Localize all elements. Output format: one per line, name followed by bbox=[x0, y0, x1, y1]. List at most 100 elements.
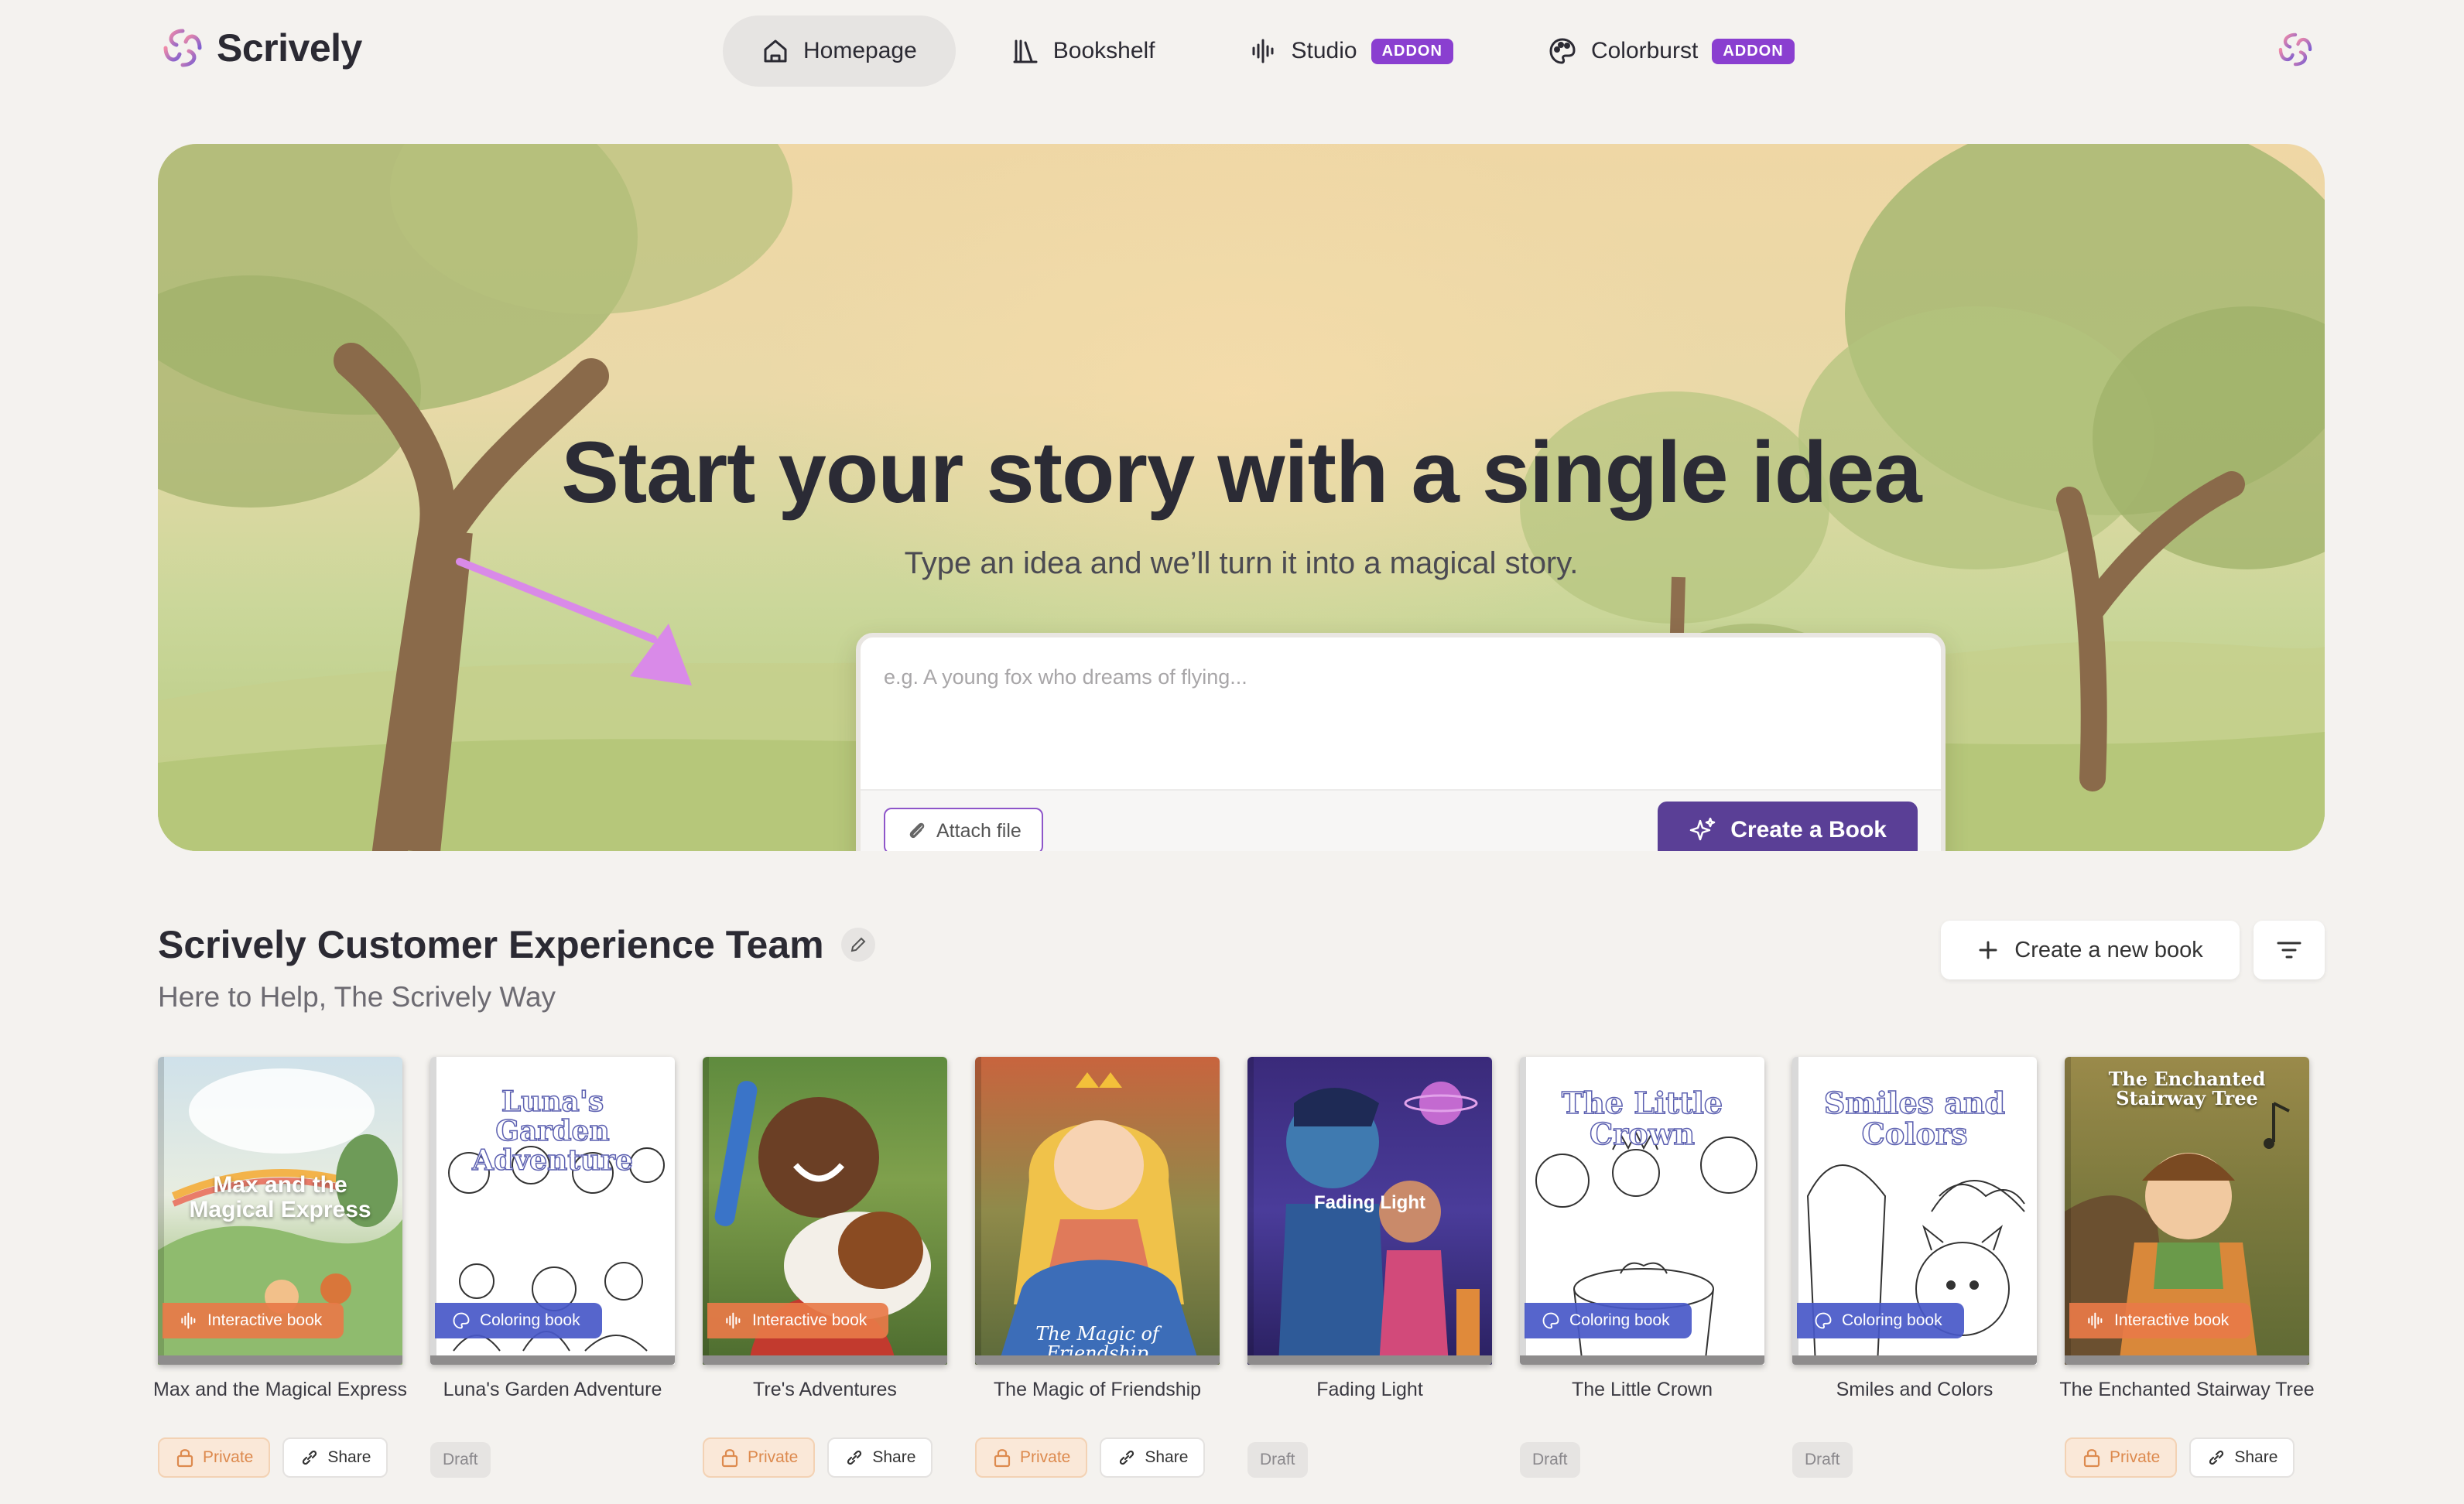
lock-icon bbox=[2083, 1449, 2100, 1468]
book-type-label: Coloring book bbox=[480, 1311, 580, 1329]
palette-icon bbox=[1542, 1312, 1559, 1329]
paperclip-icon bbox=[909, 822, 925, 839]
book-cover[interactable]: Luna's Garden Adventure Coloring book bbox=[430, 1057, 675, 1365]
audio-wave-icon bbox=[2088, 1312, 2103, 1329]
draft-badge: Draft bbox=[1247, 1442, 1308, 1478]
book-type-label: Interactive book bbox=[752, 1311, 868, 1329]
book-cover[interactable]: Smiles and Colors Coloring book bbox=[1792, 1057, 2037, 1365]
create-new-book-button[interactable]: Create a new book bbox=[1941, 921, 2240, 979]
top-header: Scrively Homepage Bookshelf Studio ADDON… bbox=[0, 0, 2464, 102]
user-menu-avatar[interactable] bbox=[2275, 29, 2315, 73]
privacy-label: Private bbox=[203, 1448, 254, 1466]
palette-icon bbox=[453, 1312, 470, 1329]
team-subtitle: Here to Help, The Scrively Way bbox=[158, 981, 556, 1013]
nav-homepage[interactable]: Homepage bbox=[723, 15, 956, 87]
book-title[interactable]: Smiles and Colors bbox=[1777, 1377, 2052, 1403]
book-title[interactable]: The Little Crown bbox=[1504, 1377, 1780, 1403]
book-title[interactable]: The Enchanted Stairway Tree bbox=[2049, 1377, 2325, 1403]
filter-button[interactable] bbox=[2254, 921, 2325, 979]
cover-art bbox=[998, 1072, 1199, 1365]
draft-badge: Draft bbox=[1520, 1442, 1580, 1478]
privacy-badge[interactable]: Private bbox=[703, 1437, 816, 1478]
link-icon bbox=[847, 1450, 862, 1465]
cover-title: The Little Crown bbox=[1561, 1085, 1723, 1151]
books-icon bbox=[1013, 39, 1038, 63]
privacy-badge[interactable]: Private bbox=[2065, 1437, 2178, 1478]
book-cover[interactable]: Fading Light bbox=[1247, 1057, 1492, 1365]
book-type-label: Coloring book bbox=[1569, 1311, 1670, 1329]
book-type-label: Coloring book bbox=[1842, 1311, 1942, 1329]
link-icon bbox=[1120, 1450, 1134, 1465]
share-label: Share bbox=[1145, 1448, 1189, 1466]
book-actions: Private Share bbox=[975, 1437, 1206, 1478]
nav-colorburst[interactable]: Colorburst ADDON bbox=[1509, 15, 1833, 87]
book-cover[interactable]: Interactive book bbox=[703, 1057, 947, 1365]
draft-badge: Draft bbox=[1792, 1442, 1853, 1478]
cover-title: Fading Light bbox=[1314, 1192, 1425, 1213]
cover-title: The Enchanted Stairway Tree bbox=[2108, 1068, 2266, 1110]
audio-wave-icon bbox=[181, 1312, 196, 1329]
link-icon bbox=[303, 1450, 317, 1465]
book-cover[interactable]: The Magic of Friendship bbox=[975, 1057, 1220, 1365]
book-cover[interactable]: The Enchanted Stairway Tree Interactive … bbox=[2065, 1057, 2309, 1365]
books-grid: Max and the Magical Express Interactive … bbox=[153, 1057, 2325, 1504]
book-type-badge: Coloring book bbox=[1525, 1303, 1692, 1338]
cover-title: Luna's Garden Adventure bbox=[471, 1085, 633, 1177]
addon-badge: ADDON bbox=[1371, 38, 1453, 64]
sparkle-icon bbox=[1690, 817, 1716, 841]
share-button[interactable]: Share bbox=[282, 1437, 388, 1478]
scrively-logo-icon bbox=[163, 29, 202, 67]
create-new-book-label: Create a new book bbox=[2014, 937, 2203, 962]
privacy-label: Private bbox=[2110, 1448, 2161, 1466]
lock-icon bbox=[176, 1449, 193, 1468]
attach-file-button[interactable]: Attach file bbox=[884, 808, 1043, 851]
privacy-badge[interactable]: Private bbox=[975, 1437, 1088, 1478]
book-title[interactable]: Tre's Adventures bbox=[687, 1377, 963, 1403]
book-type-label: Interactive book bbox=[207, 1311, 323, 1329]
create-book-button[interactable]: Create a Book bbox=[1658, 802, 1918, 851]
palette-icon bbox=[1549, 38, 1576, 64]
book-title[interactable]: Luna's Garden Adventure bbox=[415, 1377, 690, 1403]
book-type-label: Interactive book bbox=[2114, 1311, 2230, 1329]
share-button[interactable]: Share bbox=[1100, 1437, 1206, 1478]
nav-bookshelf-label: Bookshelf bbox=[1052, 38, 1155, 63]
book-type-badge: Coloring book bbox=[435, 1303, 602, 1338]
book-type-badge: Interactive book bbox=[707, 1303, 889, 1338]
audio-wave-icon bbox=[1252, 39, 1274, 63]
story-idea-input[interactable] bbox=[861, 637, 1941, 789]
audio-wave-icon bbox=[726, 1312, 741, 1329]
plus-icon bbox=[1979, 941, 1997, 959]
nav-colorburst-label: Colorburst bbox=[1590, 38, 1699, 63]
edit-team-button[interactable] bbox=[840, 928, 875, 962]
book-actions: Draft bbox=[1520, 1437, 1580, 1478]
share-label: Share bbox=[327, 1448, 371, 1466]
team-title: Scrively Customer Experience Team bbox=[158, 923, 824, 966]
share-button[interactable]: Share bbox=[827, 1437, 933, 1478]
link-icon bbox=[2209, 1450, 2224, 1465]
privacy-label: Private bbox=[748, 1448, 799, 1466]
addon-badge: ADDON bbox=[1712, 38, 1795, 64]
nav-bookshelf[interactable]: Bookshelf bbox=[973, 15, 1194, 87]
cover-title: Max and the Magical Express bbox=[189, 1172, 371, 1222]
hero-subtitle: Type an idea and we’ll turn it into a ma… bbox=[904, 546, 1579, 580]
book-title[interactable]: Max and the Magical Express bbox=[142, 1377, 418, 1403]
app-logo[interactable]: Scrively bbox=[159, 25, 362, 71]
book-cover[interactable]: The Little Crown Coloring book bbox=[1520, 1057, 1764, 1365]
attach-file-label: Attach file bbox=[936, 819, 1022, 842]
nav-studio[interactable]: Studio ADDON bbox=[1211, 15, 1492, 87]
privacy-badge[interactable]: Private bbox=[158, 1437, 271, 1478]
create-book-label: Create a Book bbox=[1730, 817, 1887, 843]
scrively-logo-icon bbox=[2278, 32, 2312, 67]
book-type-badge: Coloring book bbox=[1797, 1303, 1964, 1338]
story-prompt-box: Attach file Create a Book bbox=[856, 633, 1946, 851]
book-title[interactable]: The Magic of Friendship bbox=[960, 1377, 1235, 1403]
book-actions: Draft bbox=[1792, 1437, 1853, 1478]
book-actions: Draft bbox=[1247, 1437, 1308, 1478]
share-button[interactable]: Share bbox=[2189, 1437, 2295, 1478]
nav-studio-label: Studio bbox=[1291, 38, 1357, 63]
book-cover[interactable]: Max and the Magical Express Interactive … bbox=[158, 1057, 402, 1365]
book-title[interactable]: Fading Light bbox=[1232, 1377, 1507, 1403]
share-label: Share bbox=[2234, 1448, 2278, 1466]
book-actions: Private Share bbox=[2065, 1437, 2295, 1478]
book-actions: Private Share bbox=[703, 1437, 933, 1478]
